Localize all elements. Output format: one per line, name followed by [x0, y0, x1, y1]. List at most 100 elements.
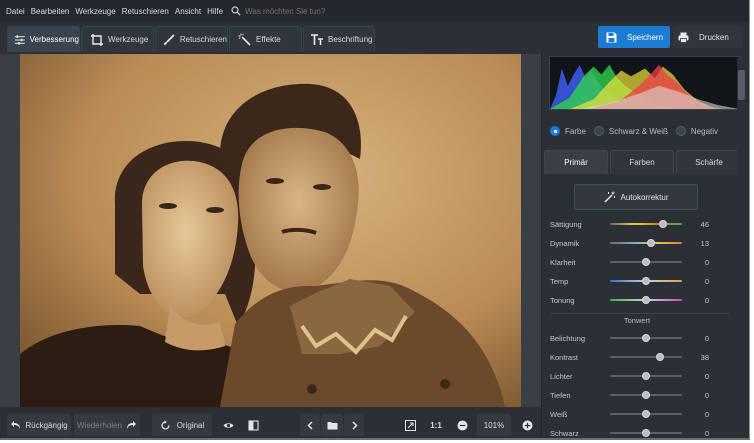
adjustments-panel: Farbe Schwarz & Weiß Negativ Primär Farb… [541, 54, 749, 438]
slider-label: Kontrast [550, 352, 578, 362]
split-view-icon [247, 419, 259, 431]
search-input[interactable] [245, 6, 356, 16]
preview-eye-button[interactable] [218, 414, 238, 436]
slider-label: Sättigung [550, 219, 582, 229]
tab-farben[interactable]: Farben [610, 150, 674, 174]
tab-retuschieren[interactable]: Retuschieren [155, 26, 228, 52]
print-button[interactable]: Drucken [673, 26, 743, 48]
slider-value: 46 [700, 219, 709, 229]
photo-canvas[interactable] [0, 54, 541, 407]
menu-search [231, 6, 356, 16]
compare-button[interactable] [243, 414, 263, 436]
slider-value: 0 [704, 428, 709, 438]
mode-negativ[interactable]: Negativ [675, 126, 718, 136]
next-image-button[interactable] [344, 414, 364, 436]
zoom-value: 101% [483, 420, 505, 430]
open-folder-button[interactable] [321, 414, 343, 436]
menu-retuschieren[interactable]: Retuschieren [122, 7, 169, 16]
menu-hilfe[interactable]: Hilfe [207, 7, 223, 16]
slider-knob[interactable] [642, 391, 650, 399]
actual-size-button[interactable]: 1:1 [426, 414, 446, 436]
slider-value: 0 [704, 409, 709, 419]
zoom-out-button[interactable] [452, 414, 472, 436]
slider-row-schwarz: Schwarz 0 [550, 427, 740, 438]
slider-knob[interactable] [642, 372, 650, 380]
tab-label: Effekte [256, 35, 281, 44]
slider-knob[interactable] [642, 277, 650, 285]
slider-knob[interactable] [642, 429, 650, 437]
histogram-graph [550, 64, 739, 109]
plus-circle-icon [522, 420, 532, 430]
redo-icon [126, 420, 136, 429]
tab-effekte[interactable]: Effekte [229, 26, 302, 52]
slider-knob[interactable] [642, 258, 650, 266]
tab-beschriftung[interactable]: Beschriftung [303, 26, 375, 52]
scrollbar-thumb[interactable] [738, 70, 745, 100]
tab-primaer[interactable]: Primär [544, 150, 608, 174]
mode-label: Farbe [565, 126, 586, 136]
slider-knob[interactable] [642, 296, 650, 304]
slider-row-weiß: Weiß 0 [550, 408, 740, 420]
slider-knob[interactable] [642, 410, 650, 418]
slider-row-klarheit: Klarheit 0 [550, 256, 740, 268]
vintage-portrait-image [20, 54, 521, 407]
tab-label: Farben [629, 158, 655, 167]
slider-knob[interactable] [658, 220, 667, 228]
sepia-photo[interactable] [20, 54, 521, 407]
undo-button[interactable]: Rückgängig [7, 414, 71, 436]
slider-knob[interactable] [642, 334, 650, 342]
slider-knob[interactable] [647, 239, 656, 247]
radio[interactable] [593, 126, 604, 136]
search-icon [231, 6, 241, 16]
tab-schaerfe[interactable]: Schärfe [676, 150, 742, 174]
menu-datei[interactable]: Datei [6, 7, 25, 16]
crop-icon [91, 33, 103, 46]
zoom-level-display[interactable]: 101% [477, 414, 511, 436]
magic-wand-icon [604, 191, 616, 203]
histogram [549, 56, 740, 110]
auto-correct-button[interactable]: Autokorrektur [574, 184, 698, 210]
zoom-in-button[interactable] [517, 414, 537, 436]
slider-row-tonung: Tonung 0 [550, 294, 740, 306]
menu-ansicht[interactable]: Ansicht [175, 7, 201, 16]
panel-tabs: Primär Farben Schärfe [544, 150, 742, 174]
tab-werkzeuge[interactable]: Werkzeuge [81, 26, 154, 52]
radio-selected[interactable] [550, 126, 560, 136]
menu-bearbeiten[interactable]: Bearbeiten [31, 7, 70, 16]
mode-farbe[interactable]: Farbe [550, 126, 586, 136]
slider-value: 0 [704, 390, 709, 400]
redo-button[interactable]: Wiederholen [74, 414, 140, 436]
app-window: Datei Bearbeiten Werkzeuge Retuschieren … [0, 0, 750, 440]
brush-icon [163, 33, 175, 45]
slider-row-sättigung: Sättigung 46 [550, 218, 740, 230]
rotate-icon [161, 420, 170, 430]
slider-track[interactable] [610, 223, 682, 225]
menu-werkzeuge[interactable]: Werkzeuge [75, 7, 115, 16]
fit-screen-button[interactable] [400, 414, 420, 436]
slider-label: Belichtung [550, 333, 586, 343]
folder-icon [327, 421, 337, 429]
slider-label: Tiefen [550, 390, 571, 400]
slider-value: 0 [704, 333, 709, 343]
slider-track[interactable] [610, 356, 682, 358]
slider-knob[interactable] [655, 353, 664, 361]
tab-verbesserung[interactable]: Verbesserung [7, 26, 80, 52]
minus-circle-icon [457, 420, 467, 430]
slider-value: 0 [704, 371, 709, 381]
mode-schwarz-weiss[interactable]: Schwarz & Weiß [593, 126, 668, 136]
slider-row-dynamik: Dynamik 13 [550, 237, 740, 249]
original-button[interactable]: Original [152, 414, 212, 436]
tab-label: Primär [564, 158, 588, 167]
undo-label: Rückgängig [25, 420, 68, 430]
slider-row-lichter: Lichter 0 [550, 370, 740, 382]
slider-row-tiefen: Tiefen 0 [550, 389, 740, 401]
radio[interactable] [675, 126, 686, 136]
previous-image-button[interactable] [300, 414, 320, 436]
slider-label: Tonung [550, 295, 575, 305]
ratio-label: 1:1 [430, 420, 442, 430]
save-button[interactable]: Speichern [598, 26, 670, 48]
slider-track[interactable] [610, 242, 682, 244]
eye-icon [223, 422, 233, 428]
slider-row-temp: Temp 0 [550, 275, 740, 287]
panel-scrollbar[interactable] [737, 58, 746, 438]
